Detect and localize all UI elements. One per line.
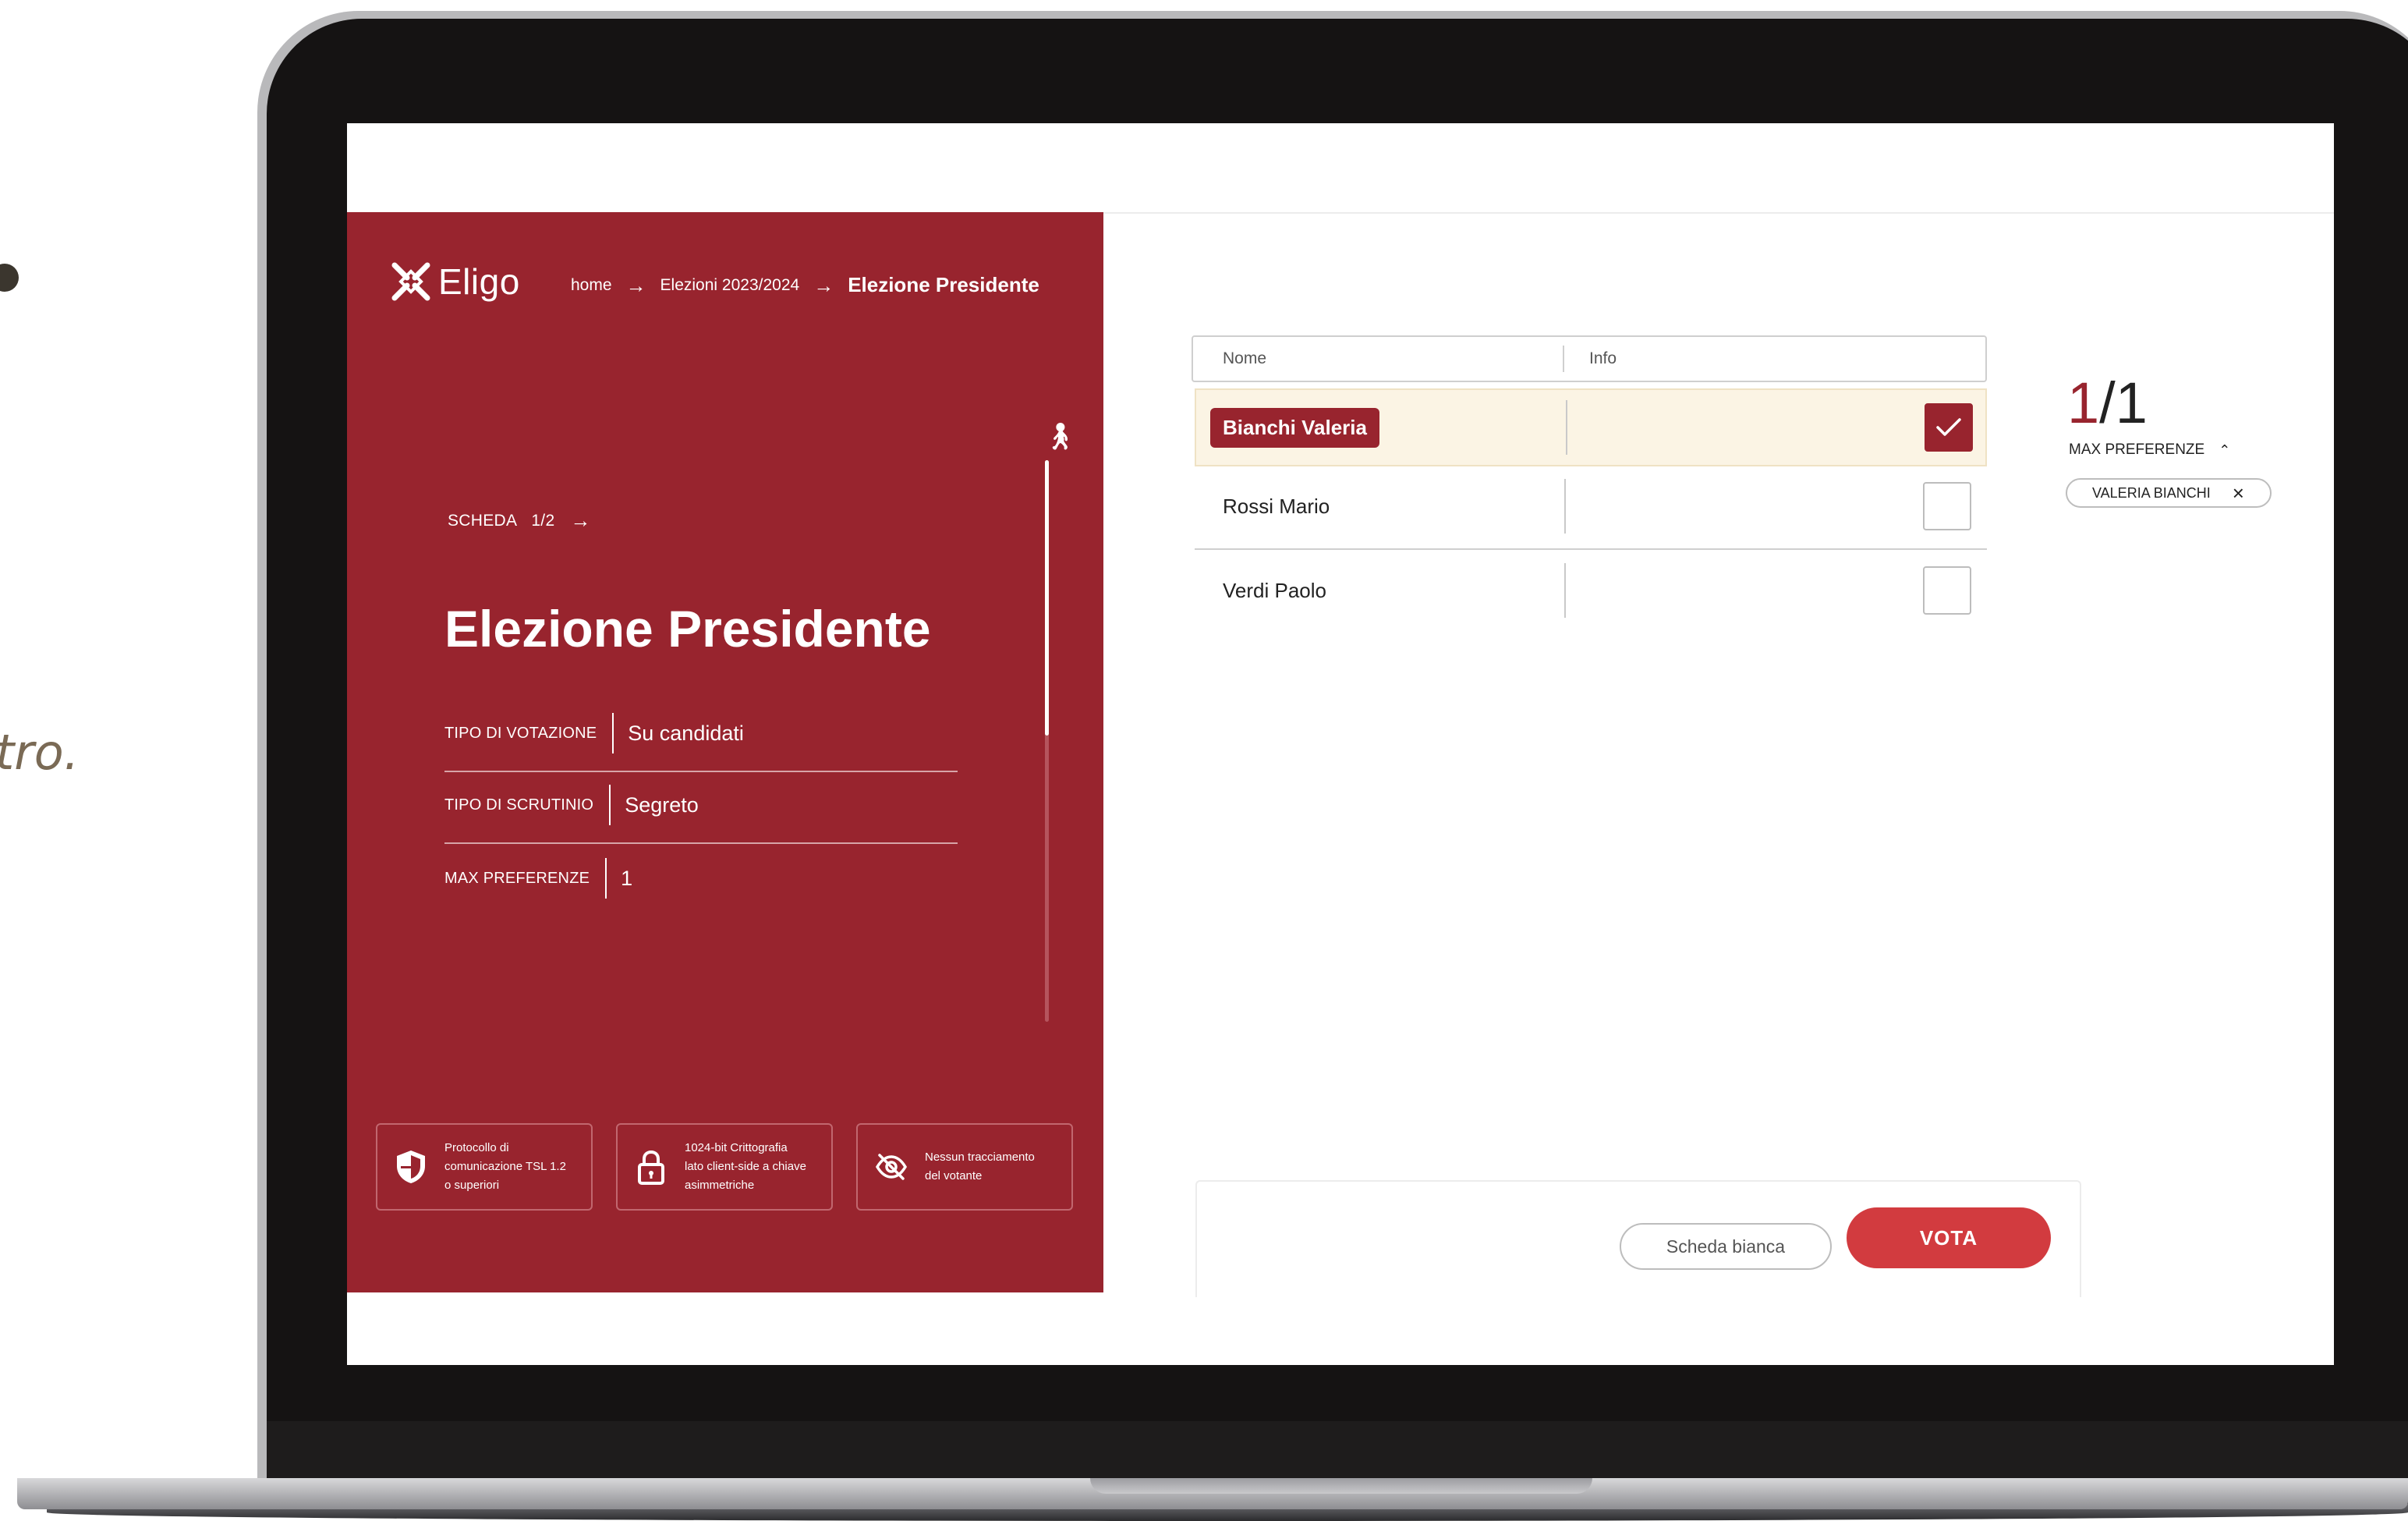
arrow-right-icon: → bbox=[813, 273, 834, 297]
info-label: TIPO DI SCRUTINIO bbox=[444, 796, 594, 814]
info-divider bbox=[444, 771, 958, 772]
next-scheda-arrow-icon[interactable]: → bbox=[570, 509, 590, 533]
column-header-name: Nome bbox=[1223, 349, 1267, 367]
column-separator bbox=[1564, 563, 1566, 618]
breadcrumb: home → Elezioni 2023/2024 → Elezione Pre… bbox=[571, 273, 1039, 297]
info-value: 1 bbox=[621, 866, 633, 890]
bullet-dot bbox=[0, 264, 19, 292]
info-separator bbox=[609, 785, 611, 825]
vote-button[interactable]: VOTA bbox=[1847, 1207, 2051, 1268]
eye-off-icon bbox=[875, 1154, 908, 1180]
breadcrumb-current: Elezione Presidente bbox=[848, 273, 1039, 296]
preferences-current: 1 bbox=[2067, 370, 2100, 435]
candidate-checkbox-checked[interactable] bbox=[1925, 403, 1973, 452]
security-badge-tls: Protocollo di comunicazione TSL 1.2 o su… bbox=[376, 1123, 593, 1211]
scheda-indicator: SCHEDA 1/2 → bbox=[448, 509, 591, 533]
row-divider bbox=[1195, 548, 1987, 550]
column-separator bbox=[1566, 400, 1567, 455]
badge-text: Protocollo di comunicazione TSL 1.2 o su… bbox=[444, 1141, 566, 1192]
info-divider bbox=[444, 842, 958, 844]
badge-text: 1024-bit Crittografia lato client-side a… bbox=[685, 1141, 806, 1192]
close-icon[interactable]: × bbox=[2233, 483, 2244, 503]
badge-text: Nessun tracciamento del votante bbox=[925, 1150, 1035, 1182]
max-preferences-label: MAX PREFERENZE bbox=[2069, 441, 2205, 458]
scheda-number: 1/2 bbox=[531, 511, 555, 530]
security-badge-no-tracking: Nessun tracciamento del votante bbox=[856, 1123, 1073, 1211]
candidate-checkbox[interactable] bbox=[1923, 566, 1971, 615]
info-row-max-preferences: MAX PREFERENZE 1 bbox=[444, 858, 958, 899]
candidate-name: Verdi Paolo bbox=[1223, 578, 1326, 602]
scrollbar-thumb[interactable] bbox=[1045, 460, 1049, 736]
candidate-name: Rossi Mario bbox=[1223, 494, 1330, 518]
info-separator bbox=[612, 713, 614, 753]
info-label: TIPO DI VOTAZIONE bbox=[444, 724, 597, 742]
candidate-name-chip: Bianchi Valeria bbox=[1210, 407, 1379, 448]
info-label: MAX PREFERENZE bbox=[444, 869, 590, 887]
logo-text: Eligo bbox=[438, 261, 520, 302]
info-row-voting-type: TIPO DI VOTAZIONE Su candidati bbox=[444, 713, 958, 753]
background-text: tro. bbox=[0, 724, 80, 781]
breadcrumb-home[interactable]: home bbox=[571, 276, 612, 295]
preference-name: VALERIA BIANCHI bbox=[2092, 484, 2211, 501]
laptop-chin bbox=[267, 1421, 2408, 1484]
info-value: Su candidati bbox=[628, 721, 744, 745]
walking-person-icon: 🚶︎ bbox=[1043, 422, 1078, 452]
preferences-counter: 1/1 bbox=[2067, 370, 2148, 435]
ballot-title: Elezione Presidente bbox=[444, 600, 931, 658]
candidate-row[interactable]: Rossi Mario bbox=[1195, 467, 1987, 545]
info-value: Segreto bbox=[625, 792, 699, 817]
scheda-label: SCHEDA bbox=[448, 511, 518, 530]
blank-ballot-button[interactable]: Scheda bianca bbox=[1620, 1223, 1832, 1270]
info-row-scrutiny-type: TIPO DI SCRUTINIO Segreto bbox=[444, 785, 958, 825]
breadcrumb-elections[interactable]: Elezioni 2023/2024 bbox=[660, 276, 800, 295]
candidate-row-selected[interactable]: Bianchi Valeria bbox=[1195, 388, 1987, 466]
progress-scrollbar[interactable] bbox=[1045, 460, 1049, 1022]
candidates-table-header: Nome Info bbox=[1192, 335, 1987, 382]
info-separator bbox=[605, 858, 607, 899]
security-badge-encryption: 1024-bit Crittografia lato client-side a… bbox=[616, 1123, 833, 1211]
laptop-notch bbox=[1090, 1478, 1592, 1494]
candidate-checkbox[interactable] bbox=[1923, 482, 1971, 530]
max-preferences-toggle[interactable]: MAX PREFERENZE ⌃ bbox=[2069, 441, 2230, 459]
selected-preference-chip: VALERIA BIANCHI × bbox=[2066, 478, 2272, 508]
logo[interactable]: Eligo bbox=[390, 261, 520, 303]
screen: Eligo home → Elezioni 2023/2024 → Elezio… bbox=[347, 123, 2334, 1365]
security-badges: Protocollo di comunicazione TSL 1.2 o su… bbox=[376, 1123, 1073, 1211]
check-icon bbox=[1936, 418, 1961, 436]
top-bar bbox=[347, 123, 2334, 214]
column-separator bbox=[1564, 479, 1566, 534]
arrow-right-icon: → bbox=[625, 273, 646, 297]
column-header-info: Info bbox=[1589, 349, 1617, 367]
lock-icon bbox=[638, 1150, 664, 1185]
candidate-row[interactable]: Verdi Paolo bbox=[1195, 551, 1987, 629]
column-separator bbox=[1563, 346, 1564, 372]
preferences-max: 1 bbox=[2115, 370, 2148, 435]
chevron-up-icon: ⌃ bbox=[2219, 441, 2231, 458]
shield-icon bbox=[397, 1150, 425, 1183]
eligo-logo-icon bbox=[391, 262, 430, 301]
ballot-info-panel: Eligo home → Elezioni 2023/2024 → Elezio… bbox=[347, 212, 1103, 1292]
